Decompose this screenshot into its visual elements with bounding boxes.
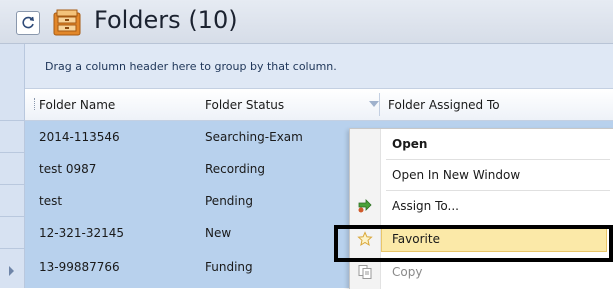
- current-row-arrow-icon: [9, 266, 14, 276]
- menu-item-assign-to[interactable]: Assign To...: [350, 191, 613, 221]
- menu-item-open-in-new-window[interactable]: Open In New Window: [350, 160, 613, 190]
- context-menu: Open Open In New Window Assign To... Fav…: [349, 128, 613, 289]
- gutter-divider: [0, 216, 24, 217]
- grid-header: Folder Name Folder Status Folder Assigne…: [25, 89, 613, 121]
- column-separator: [379, 93, 380, 116]
- folder-status-cell: Pending: [205, 194, 253, 208]
- gutter-divider: [0, 184, 24, 185]
- folder-cabinet-icon: [53, 9, 81, 36]
- folder-name-cell: 12-321-32145: [39, 226, 125, 240]
- menu-item-label: Assign To...: [392, 199, 459, 213]
- column-grip-icon[interactable]: [34, 98, 37, 110]
- folder-status-cell: Searching-Exam: [205, 130, 303, 144]
- refresh-icon: [22, 16, 34, 29]
- page-title: Folders (10): [94, 6, 238, 34]
- gutter-divider: [0, 120, 24, 121]
- annotation-box: [334, 225, 613, 262]
- column-header-folder-status[interactable]: Folder Status: [205, 98, 284, 112]
- gutter-divider: [0, 152, 24, 153]
- title-bar: Folders (10): [0, 0, 613, 44]
- copy-icon: [358, 265, 372, 279]
- folder-name-cell: 13-99887766: [39, 260, 120, 274]
- column-header-folder-assigned-to[interactable]: Folder Assigned To: [388, 98, 500, 112]
- filter-dropdown-icon[interactable]: [369, 101, 379, 107]
- group-by-panel[interactable]: Drag a column header here to group by th…: [25, 44, 613, 89]
- folder-status-cell: New: [205, 226, 232, 240]
- group-hint-text: Drag a column header here to group by th…: [45, 60, 337, 73]
- folder-name-cell: test 0987: [39, 162, 97, 176]
- title-text: Folders: [94, 6, 181, 34]
- refresh-button[interactable]: [16, 11, 40, 35]
- menu-item-open[interactable]: Open: [350, 129, 613, 159]
- column-header-folder-name[interactable]: Folder Name: [39, 98, 115, 112]
- gutter-divider: [0, 248, 24, 249]
- folder-name-cell: 2014-113546: [39, 130, 120, 144]
- folder-name-cell: test: [39, 194, 63, 208]
- assign-arrow-icon: [358, 199, 372, 213]
- menu-item-label: Open In New Window: [392, 168, 521, 182]
- folder-count: (10): [188, 6, 238, 34]
- menu-item-label: Copy: [392, 265, 423, 279]
- folder-status-cell: Funding: [205, 260, 253, 274]
- folder-status-cell: Recording: [205, 162, 266, 176]
- row-indicator-gutter: [0, 44, 25, 288]
- menu-item-label: Open: [392, 137, 428, 151]
